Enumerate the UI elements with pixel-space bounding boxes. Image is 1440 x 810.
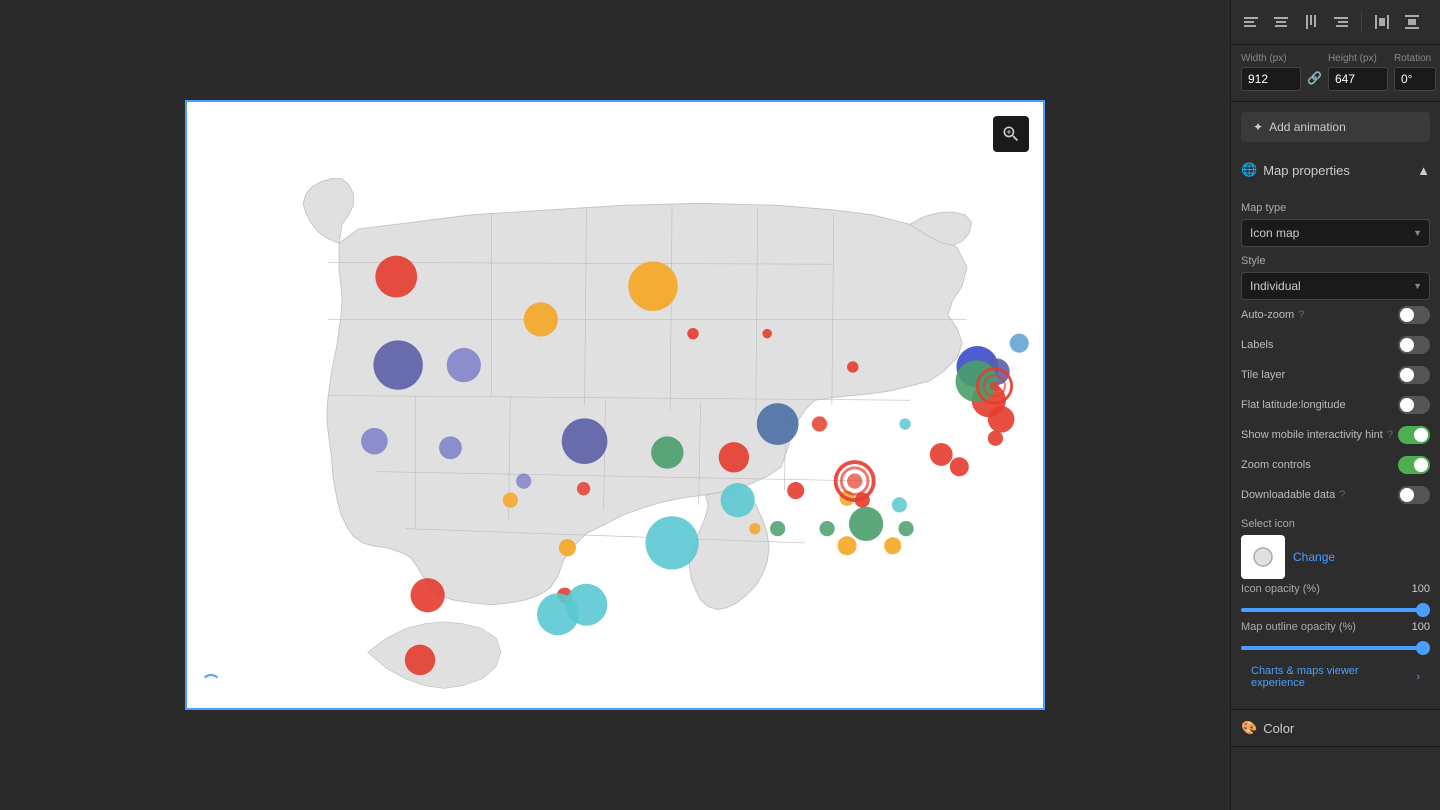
rotation-label: Rotation bbox=[1394, 53, 1436, 64]
zoom-controls-label: Zoom controls bbox=[1241, 459, 1311, 471]
map-properties-label: Map properties bbox=[1263, 163, 1350, 178]
color-palette-icon: 🎨 bbox=[1241, 720, 1257, 736]
select-icon-row: Change bbox=[1241, 535, 1430, 579]
align-center-icon[interactable] bbox=[1267, 8, 1295, 36]
map-outline-opacity-value: 100 bbox=[1412, 621, 1430, 633]
icon-opacity-slider[interactable] bbox=[1241, 608, 1430, 612]
charts-link-text: Charts & maps viewer experience bbox=[1251, 665, 1412, 689]
downloadable-data-label: Downloadable data ? bbox=[1241, 489, 1345, 501]
labels-label: Labels bbox=[1241, 339, 1273, 351]
color-section-header[interactable]: 🎨 Color bbox=[1231, 710, 1440, 746]
height-input[interactable] bbox=[1328, 67, 1388, 91]
map-container bbox=[185, 100, 1045, 710]
auto-zoom-toggle[interactable] bbox=[1398, 306, 1430, 324]
tile-layer-label: Tile layer bbox=[1241, 369, 1285, 381]
style-select[interactable]: Individual Grouped bbox=[1241, 272, 1430, 300]
add-animation-label: Add animation bbox=[1269, 120, 1346, 134]
animation-icon: ✦ bbox=[1253, 120, 1263, 134]
tile-layer-row: Tile layer bbox=[1241, 360, 1430, 390]
map-type-select[interactable]: Icon map Bubble map Choropleth map bbox=[1241, 219, 1430, 247]
change-icon-link[interactable]: Change bbox=[1293, 550, 1335, 564]
rotation-input[interactable] bbox=[1394, 67, 1436, 91]
style-label: Style bbox=[1241, 255, 1430, 267]
align-left-icon[interactable] bbox=[1237, 8, 1265, 36]
flat-latlong-label: Flat latitude:longitude bbox=[1241, 399, 1346, 411]
height-field: Height (px) bbox=[1328, 53, 1388, 91]
map-properties-header[interactable]: 🌐 Map properties ▲ bbox=[1231, 152, 1440, 188]
map-properties-body: Map type Icon map Bubble map Choropleth … bbox=[1231, 188, 1440, 709]
right-panel: Width (px) 🔗 Height (px) Rotation ✦ Add … bbox=[1230, 0, 1440, 810]
icon-opacity-section: Icon opacity (%) 100 bbox=[1241, 583, 1430, 617]
auto-zoom-label: Auto-zoom ? bbox=[1241, 309, 1304, 321]
zoom-icon bbox=[1001, 124, 1021, 144]
icon-opacity-label: Icon opacity (%) bbox=[1241, 583, 1320, 595]
map-properties-section: 🌐 Map properties ▲ Map type Icon map Bub… bbox=[1231, 152, 1440, 710]
zoom-controls-toggle[interactable] bbox=[1398, 456, 1430, 474]
rotation-field: Rotation bbox=[1394, 53, 1436, 91]
map-type-select-wrapper: Icon map Bubble map Choropleth map bbox=[1241, 219, 1430, 247]
map-outline-opacity-slider[interactable] bbox=[1241, 646, 1430, 650]
flat-latlong-toggle[interactable] bbox=[1398, 396, 1430, 414]
labels-row: Labels bbox=[1241, 330, 1430, 360]
divider bbox=[1361, 12, 1362, 32]
align-top-icon[interactable] bbox=[1297, 8, 1325, 36]
icon-toolbar bbox=[1231, 0, 1440, 45]
width-input[interactable] bbox=[1241, 67, 1301, 91]
map-outline-opacity-section: Map outline opacity (%) 100 bbox=[1241, 621, 1430, 655]
mobile-hint-toggle[interactable] bbox=[1398, 426, 1430, 444]
mobile-hint-label: Show mobile interactivity hint ? bbox=[1241, 429, 1393, 441]
add-animation-button[interactable]: ✦ Add animation bbox=[1241, 112, 1430, 142]
auto-zoom-row: Auto-zoom ? bbox=[1241, 300, 1430, 330]
icon-preview bbox=[1241, 535, 1285, 579]
width-field: Width (px) bbox=[1241, 53, 1301, 91]
map-type-label: Map type bbox=[1241, 202, 1430, 214]
distribute-v-icon[interactable] bbox=[1398, 8, 1426, 36]
zoom-controls-row: Zoom controls bbox=[1241, 450, 1430, 480]
map-zoom-button[interactable] bbox=[993, 116, 1029, 152]
external-link-icon: › bbox=[1416, 671, 1420, 683]
mobile-hint-help-icon[interactable]: ? bbox=[1387, 429, 1393, 441]
style-select-wrapper: Individual Grouped bbox=[1241, 272, 1430, 300]
dimensions-section: Width (px) 🔗 Height (px) Rotation bbox=[1231, 45, 1440, 102]
tile-layer-toggle[interactable] bbox=[1398, 366, 1430, 384]
map-properties-icon: 🌐 bbox=[1241, 162, 1257, 178]
collapse-icon: ▲ bbox=[1417, 163, 1430, 178]
map-outline-opacity-label: Map outline opacity (%) bbox=[1241, 621, 1356, 633]
color-label: Color bbox=[1263, 721, 1294, 736]
labels-toggle[interactable] bbox=[1398, 336, 1430, 354]
downloadable-help-icon[interactable]: ? bbox=[1339, 489, 1345, 501]
width-label: Width (px) bbox=[1241, 53, 1301, 64]
circle-icon bbox=[1252, 546, 1274, 568]
select-icon-label: Select icon bbox=[1241, 518, 1430, 530]
auto-zoom-help-icon[interactable]: ? bbox=[1298, 309, 1304, 321]
canvas-area bbox=[0, 0, 1230, 810]
loading-indicator bbox=[201, 674, 221, 694]
link-icon: 🔗 bbox=[1307, 71, 1322, 91]
downloadable-data-toggle[interactable] bbox=[1398, 486, 1430, 504]
usa-map-svg bbox=[187, 102, 1043, 708]
color-section: 🎨 Color bbox=[1231, 710, 1440, 747]
height-label: Height (px) bbox=[1328, 53, 1388, 64]
icon-opacity-value: 100 bbox=[1412, 583, 1430, 595]
mobile-hint-row: Show mobile interactivity hint ? bbox=[1241, 420, 1430, 450]
charts-maps-link[interactable]: Charts & maps viewer experience › bbox=[1241, 655, 1430, 699]
align-right-icon[interactable] bbox=[1327, 8, 1355, 36]
downloadable-data-row: Downloadable data ? bbox=[1241, 480, 1430, 510]
flat-latlong-row: Flat latitude:longitude bbox=[1241, 390, 1430, 420]
distribute-h-icon[interactable] bbox=[1368, 8, 1396, 36]
